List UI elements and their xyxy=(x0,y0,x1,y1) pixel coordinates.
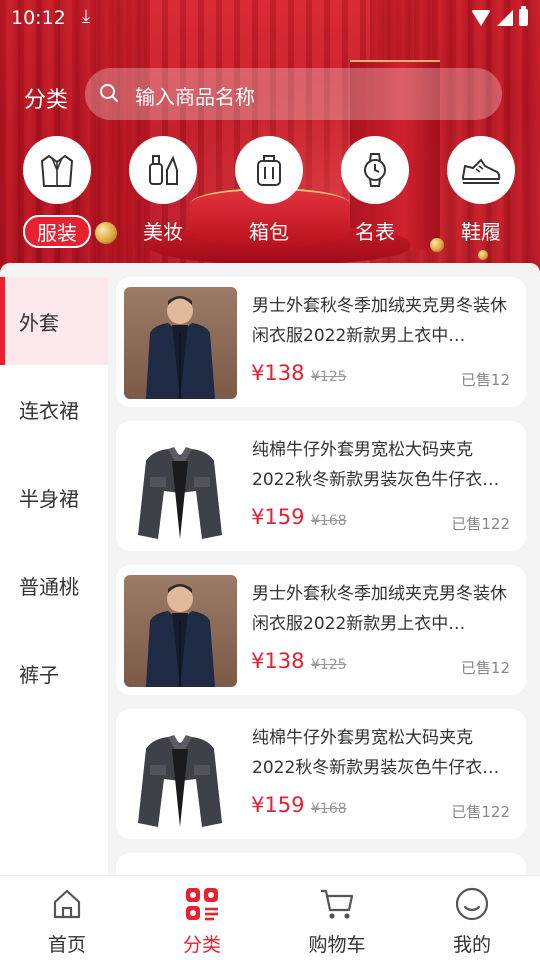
product-original-price: ¥125 xyxy=(311,657,347,673)
category-label: 鞋履 xyxy=(461,220,501,244)
nav-label: 首页 xyxy=(47,934,86,956)
search-placeholder: 输入商品名称 xyxy=(135,85,255,109)
search-input[interactable]: 输入商品名称 xyxy=(85,68,502,120)
sidebar-item-label: 外套 xyxy=(19,310,59,335)
status-bar: 10:12 ⤓ xyxy=(0,0,540,38)
category-watches[interactable]: 名表 xyxy=(340,136,410,246)
battery-icon xyxy=(519,6,528,26)
product-sold-count: 已售122 xyxy=(451,803,510,821)
product-card[interactable]: 纯棉牛仔外套男宽松大码夹克2022秋冬新款男装灰色牛仔衣… ¥159 ¥168 … xyxy=(116,421,526,551)
sidebar-item-peach[interactable]: 普通桃 xyxy=(0,541,108,629)
product-sold-count: 已售12 xyxy=(460,371,510,389)
signal-icon xyxy=(497,9,513,26)
product-sold-count: 已售12 xyxy=(460,659,510,677)
subcategory-sidebar: 外套 连衣裙 半身裙 普通桃 裤子 xyxy=(0,277,108,875)
nav-home[interactable]: 首页 xyxy=(22,884,112,957)
product-card[interactable] xyxy=(116,853,526,875)
product-price: ¥159 xyxy=(251,505,305,529)
home-icon xyxy=(53,889,81,919)
product-original-price: ¥168 xyxy=(311,801,347,817)
category-cosmetics[interactable]: 美妆 xyxy=(128,136,198,246)
gold-ball-decoration xyxy=(430,238,444,252)
search-icon xyxy=(100,84,118,102)
nav-profile[interactable]: 我的 xyxy=(427,884,517,957)
product-title: 男士外套秋冬季加绒夹克男冬装休闲衣服2022新款男上衣中… xyxy=(252,584,507,634)
product-original-price: ¥125 xyxy=(311,369,347,385)
product-list: 男士外套秋冬季加绒夹克男冬装休闲衣服2022新款男上衣中… ¥138 ¥125 … xyxy=(116,277,526,875)
nav-category[interactable]: 分类 xyxy=(157,884,247,957)
product-title: 纯棉牛仔外套男宽松大码夹克2022秋冬新款男装灰色牛仔衣… xyxy=(252,440,500,490)
product-image-navy-jacket xyxy=(124,287,237,399)
status-time: 10:12 xyxy=(11,7,66,29)
sidebar-item-coats[interactable]: 外套 xyxy=(0,277,108,365)
category-label: 服装 xyxy=(23,215,91,248)
category-label: 名表 xyxy=(355,220,395,244)
product-price: ¥138 xyxy=(251,649,305,673)
product-image-denim-jacket xyxy=(124,431,237,543)
product-original-price: ¥168 xyxy=(311,513,347,529)
product-card[interactable]: 纯棉牛仔外套男宽松大码夹克2022秋冬新款男装灰色牛仔衣… ¥159 ¥168 … xyxy=(116,709,526,839)
sidebar-item-dresses[interactable]: 连衣裙 xyxy=(0,365,108,453)
nav-cart[interactable]: 购物车 xyxy=(292,884,382,957)
product-sold-count: 已售122 xyxy=(451,515,510,533)
profile-icon xyxy=(455,887,489,921)
nav-label: 我的 xyxy=(452,934,491,956)
wifi-icon xyxy=(471,9,491,26)
cosmetics-icon xyxy=(149,155,178,185)
sidebar-item-label: 半身裙 xyxy=(19,486,79,511)
product-title: 男士外套秋冬季加绒夹克男冬装休闲衣服2022新款男上衣中… xyxy=(252,296,507,346)
bottom-navigation: 首页 分类 购物车 我的 xyxy=(0,875,540,960)
product-title: 纯棉牛仔外套男宽松大码夹克2022秋冬新款男装灰色牛仔衣… xyxy=(252,728,500,778)
page-title: 分类 xyxy=(24,88,69,113)
category-label: 美妆 xyxy=(143,220,183,244)
nav-label: 分类 xyxy=(182,934,221,956)
category-bags[interactable]: 箱包 xyxy=(234,136,304,246)
sidebar-item-label: 裤子 xyxy=(19,662,59,687)
sidebar-item-skirts[interactable]: 半身裙 xyxy=(0,453,108,541)
gold-ball-decoration xyxy=(478,250,488,260)
product-price: ¥138 xyxy=(251,361,305,385)
cart-icon xyxy=(321,889,354,919)
content-panel: 外套 连衣裙 半身裙 普通桃 裤子 男士外套秋冬季加绒夹克男冬装休闲衣服2022… xyxy=(0,263,540,875)
sidebar-item-label: 普通桃 xyxy=(19,574,79,599)
download-icon: ⤓ xyxy=(82,6,90,27)
category-shoes[interactable]: 鞋履 xyxy=(446,136,516,246)
suit-icon xyxy=(41,155,73,187)
luggage-icon xyxy=(257,155,281,186)
gold-ball-decoration xyxy=(95,222,117,244)
product-image-denim-jacket xyxy=(124,719,237,831)
category-label: 箱包 xyxy=(249,220,289,244)
sneaker-icon xyxy=(462,159,501,184)
sidebar-item-pants[interactable]: 裤子 xyxy=(0,629,108,717)
category-icon xyxy=(186,888,218,921)
product-image-navy-jacket xyxy=(124,575,237,687)
product-card[interactable]: 男士外套秋冬季加绒夹克男冬装休闲衣服2022新款男上衣中… ¥138 ¥125 … xyxy=(116,277,526,407)
watch-icon xyxy=(364,153,386,187)
category-clothing[interactable]: 服装 xyxy=(22,136,92,248)
product-card[interactable]: 男士外套秋冬季加绒夹克男冬装休闲衣服2022新款男上衣中… ¥138 ¥125 … xyxy=(116,565,526,695)
nav-label: 购物车 xyxy=(308,934,366,956)
product-price: ¥159 xyxy=(251,793,305,817)
sidebar-item-label: 连衣裙 xyxy=(19,398,79,423)
